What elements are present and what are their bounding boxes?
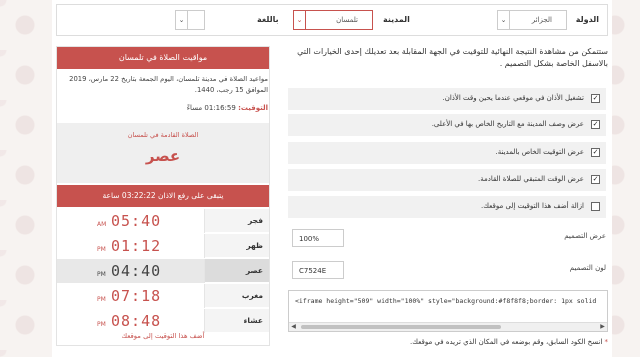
option-label: عرض التوقيت الخاص بالمدينة. xyxy=(495,148,584,156)
settings-intro-text: ستتمكن من مشاهدة النتيجة النهائية للتوقي… xyxy=(297,47,608,68)
check-icon[interactable]: ✓ xyxy=(591,94,600,103)
prayer-times-widget: مواقيت الصلاة في تلمسان مواعيد الصلاة في… xyxy=(56,46,270,346)
prayer-time-box: PM 01:12 xyxy=(57,234,205,258)
option-show-remaining-time[interactable]: ✓ عرض الوقت المتبقي للصلاة القادمة. xyxy=(288,169,606,191)
prayer-time: 04:40 xyxy=(111,262,162,280)
language-select[interactable]: ⌄ xyxy=(175,10,205,30)
city-label: المدينة xyxy=(383,15,410,24)
scroll-left-icon[interactable]: ◀ xyxy=(289,323,298,331)
prayer-name: فجر xyxy=(248,216,263,225)
asterisk-icon: * xyxy=(602,338,608,346)
design-color-label: لون التصميم xyxy=(569,264,606,272)
prayer-period: AM xyxy=(97,221,107,228)
design-width-input[interactable]: 100% xyxy=(292,229,344,247)
prayer-time-box: PM 04:40 xyxy=(57,259,205,283)
widget-title: مواقيت الصلاة في تلمسان xyxy=(57,47,269,69)
add-to-site-link[interactable]: أضف هذا التوقيت إلى موقعك xyxy=(57,327,269,345)
option-label: عرض وصف المدينة مع التاريخ الخاص بها في … xyxy=(431,120,584,128)
scroll-right-icon[interactable]: ▶ xyxy=(598,323,607,331)
option-label: ازالة أضف هذا التوقيت إلى موقعك. xyxy=(481,202,584,210)
next-prayer-name: عصر xyxy=(145,147,181,165)
page-container: الدولة ⌄ الجزائر المدينة ⌄ تلمسان باللغة… xyxy=(52,0,612,357)
prayer-row-fajr: AM 05:40 فجر xyxy=(57,209,269,233)
chevron-down-icon: ⌄ xyxy=(498,11,510,29)
copy-instruction: * انسخ الكود السابق، وقم بوضعه في المكان… xyxy=(392,338,608,346)
location-filter-bar: الدولة ⌄ الجزائر المدينة ⌄ تلمسان باللغة… xyxy=(56,4,608,36)
prayer-period: PM xyxy=(97,271,106,278)
option-show-city-time[interactable]: ✓ عرض التوقيت الخاص بالمدينة. xyxy=(288,142,606,164)
chevron-down-icon: ⌄ xyxy=(294,11,306,29)
prayer-period: PM xyxy=(97,296,106,303)
copy-instruction-text: انسخ الكود السابق، وقم بوضعه في المكان ا… xyxy=(409,338,603,346)
check-icon[interactable]: ✓ xyxy=(591,120,600,129)
prayer-time-box: PM 07:18 xyxy=(57,284,205,308)
embed-code-textarea[interactable]: <iframe height="509" width="100%" style=… xyxy=(288,290,608,332)
design-color-input[interactable]: C7524E xyxy=(292,261,344,279)
embed-code-text: <iframe height="509" width="100%" style=… xyxy=(295,297,597,305)
checkbox-empty[interactable] xyxy=(591,202,600,211)
prayer-name: ظهر xyxy=(246,241,263,250)
widget-date-info: مواعيد الصلاة في مدينة تلمسان، اليوم الج… xyxy=(69,75,268,94)
city-select-value: تلمسان xyxy=(336,16,358,24)
prayer-name: مغرب xyxy=(241,291,263,300)
prayer-row-asr: PM 04:40 عصر xyxy=(57,259,269,283)
prayer-time: 07:18 xyxy=(111,287,162,305)
option-label: عرض الوقت المتبقي للصلاة القادمة. xyxy=(477,175,584,183)
current-time-label: التوقيت: xyxy=(238,104,268,112)
remaining-time-bar: يتبقى على رفع الاذان 03:22:22 ساعة xyxy=(57,185,269,207)
prayer-name: عصر xyxy=(245,266,263,275)
prayer-row-maghrib: PM 07:18 مغرب xyxy=(57,284,269,308)
design-width-label: عرض التصميم xyxy=(564,232,606,240)
prayer-time: 01:12 xyxy=(111,237,162,255)
prayer-time-box: AM 05:40 xyxy=(57,209,205,233)
country-select-value: الجزائر xyxy=(531,16,552,24)
language-label: باللغة xyxy=(257,15,279,24)
check-icon[interactable]: ✓ xyxy=(591,148,600,157)
chevron-down-icon: ⌄ xyxy=(176,11,188,29)
option-label: تشغيل الأذان في موقعي عندما يحين وقت الأ… xyxy=(442,94,584,102)
country-label: الدولة xyxy=(575,15,599,24)
current-time-line: التوقيت: 01:16:59 مساءً xyxy=(60,104,268,112)
next-prayer-caption: الصلاة القادمة في تلمسان xyxy=(127,131,199,139)
prayer-period: PM xyxy=(97,246,106,253)
country-select[interactable]: ⌄ الجزائر xyxy=(497,10,567,30)
prayer-time: 05:40 xyxy=(111,212,162,230)
option-remove-add-link[interactable]: ازالة أضف هذا التوقيت إلى موقعك. xyxy=(288,196,606,218)
option-show-city-description[interactable]: ✓ عرض وصف المدينة مع التاريخ الخاص بها ف… xyxy=(288,114,606,136)
prayer-row-dhuhr: PM 01:12 ظهر xyxy=(57,234,269,258)
scrollbar-thumb[interactable] xyxy=(301,325,501,329)
city-select[interactable]: ⌄ تلمسان xyxy=(293,10,373,30)
option-play-adhan[interactable]: ✓ تشغيل الأذان في موقعي عندما يحين وقت ا… xyxy=(288,88,606,110)
check-icon[interactable]: ✓ xyxy=(591,175,600,184)
prayer-name: عشاء xyxy=(243,316,263,325)
horizontal-scrollbar[interactable]: ◀ ▶ xyxy=(289,322,607,331)
next-prayer-box: الصلاة القادمة في تلمسان عصر xyxy=(57,123,269,183)
current-time-value: 01:16:59 مساءً xyxy=(186,104,236,112)
background-pattern-left xyxy=(0,0,50,357)
